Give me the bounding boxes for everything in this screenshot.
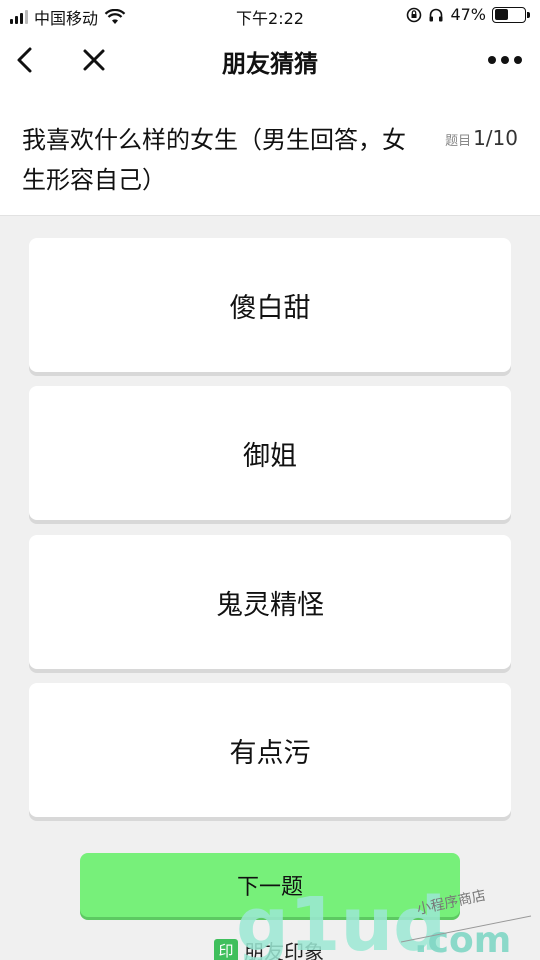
headphones-icon [429, 8, 443, 21]
footer-brand: 印 朋友印象 [214, 936, 324, 960]
progress-value: 1/10 [473, 126, 518, 150]
brand-name: 朋友印象 [244, 940, 324, 960]
progress-label: 题目 [445, 134, 472, 149]
battery-fill [494, 9, 509, 20]
watermark-suffix: .com [414, 920, 511, 960]
question-header: 我喜欢什么样的女生（男生回答，女生形容自己） 题目 1/10 [0, 92, 540, 216]
question-text: 我喜欢什么样的女生（男生回答，女生形容自己） [22, 126, 406, 194]
brand-badge: 印 [214, 938, 238, 960]
option-1-button[interactable]: 傻白甜 [29, 238, 511, 372]
nav-bar: 朋友猜猜 [0, 30, 540, 92]
page-title: 朋友猜猜 [222, 50, 318, 78]
status-bar: 中国移动 下午2:22 47% [0, 0, 540, 30]
question-progress: 题目 1/10 [445, 126, 518, 150]
option-4-button[interactable]: 有点污 [29, 683, 511, 817]
more-options-icon[interactable] [488, 56, 522, 64]
battery-percent: 47% [450, 5, 486, 24]
option-3-button[interactable]: 鬼灵精怪 [29, 535, 511, 669]
status-right: 47% [406, 5, 530, 24]
orientation-lock-icon [407, 7, 422, 22]
option-2-button[interactable]: 御姐 [29, 386, 511, 520]
battery-icon [492, 6, 530, 23]
next-question-button[interactable]: 下一题 [80, 853, 460, 917]
